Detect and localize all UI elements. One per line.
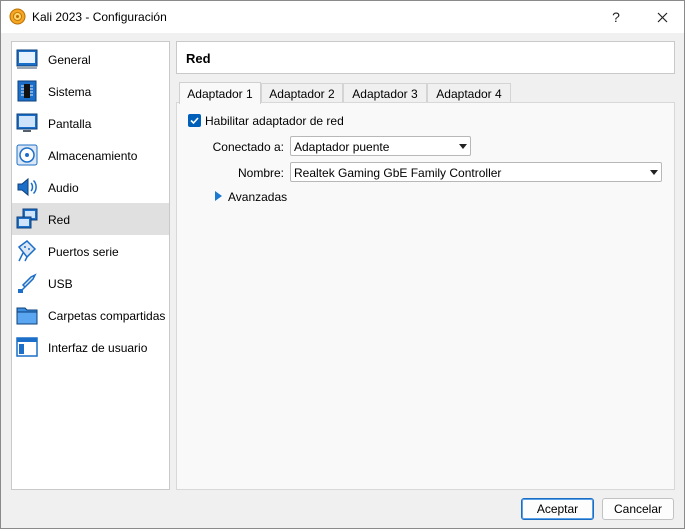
connected-to-select[interactable]: Adaptador puente bbox=[290, 136, 471, 156]
sidebar-item-label: USB bbox=[48, 277, 73, 291]
sidebar-item-label: Pantalla bbox=[48, 117, 92, 131]
sidebar-item-carpetas-compartidas[interactable]: Carpetas compartidas bbox=[12, 299, 169, 331]
display-monitor-icon bbox=[16, 113, 38, 132]
enable-adapter-checkbox[interactable] bbox=[188, 114, 201, 127]
sidebar-item-label: General bbox=[48, 53, 91, 67]
tab-adaptador-3[interactable]: Adaptador 3 bbox=[343, 83, 427, 103]
sidebar-item-interfaz-de-usuario[interactable]: Interfaz de usuario bbox=[12, 331, 169, 363]
sidebar-item-label: Sistema bbox=[48, 85, 92, 99]
title-bar[interactable]: Kali 2023 - Configuración ? bbox=[1, 1, 684, 33]
sidebar-item-label: Red bbox=[48, 213, 71, 227]
accept-button[interactable]: Aceptar bbox=[521, 498, 594, 520]
adapter-name-label: Nombre: bbox=[237, 166, 284, 180]
connected-to-label: Conectado a: bbox=[212, 140, 284, 154]
help-button[interactable]: ? bbox=[595, 1, 637, 33]
sidebar-item-usb[interactable]: USB bbox=[12, 267, 169, 299]
sidebar-item-sistema[interactable]: Sistema bbox=[12, 75, 169, 107]
serial-port-icon bbox=[17, 240, 37, 262]
virtualbox-app-icon bbox=[9, 8, 26, 25]
sidebar-item-label: Almacenamiento bbox=[48, 149, 138, 163]
settings-window: Kali 2023 - Configuración ? General Sist… bbox=[0, 0, 685, 529]
checkmark-icon bbox=[190, 117, 199, 125]
adapter-name-select[interactable]: Realtek Gaming GbE Family Controller bbox=[290, 162, 662, 182]
chevron-down-icon bbox=[650, 170, 658, 175]
close-button[interactable] bbox=[641, 1, 683, 33]
sidebar-item-red[interactable]: Red bbox=[12, 203, 169, 235]
network-icon bbox=[16, 208, 38, 229]
sidebar-item-label: Carpetas compartidas bbox=[48, 309, 166, 323]
adapter-tab-panel bbox=[176, 102, 675, 490]
usb-icon bbox=[18, 273, 37, 293]
tab-adaptador-4[interactable]: Adaptador 4 bbox=[427, 83, 511, 103]
advanced-toggle[interactable]: Avanzadas bbox=[228, 190, 287, 204]
chevron-down-icon bbox=[459, 144, 467, 149]
expand-triangle-icon[interactable] bbox=[215, 191, 222, 201]
cancel-button[interactable]: Cancelar bbox=[602, 498, 674, 520]
page-header: Red bbox=[176, 41, 675, 74]
system-chip-icon bbox=[17, 80, 37, 102]
audio-speaker-icon bbox=[17, 177, 37, 197]
page-title: Red bbox=[186, 51, 211, 66]
enable-adapter-label[interactable]: Habilitar adaptador de red bbox=[205, 114, 344, 128]
user-interface-icon bbox=[16, 337, 38, 357]
window-title: Kali 2023 - Configuración bbox=[32, 10, 167, 24]
sidebar-item-almacenamiento[interactable]: Almacenamiento bbox=[12, 139, 169, 171]
sidebar-item-pantalla[interactable]: Pantalla bbox=[12, 107, 169, 139]
sidebar-item-puertos-serie[interactable]: Puertos serie bbox=[12, 235, 169, 267]
shared-folder-icon bbox=[16, 307, 38, 325]
storage-disc-icon bbox=[16, 144, 38, 166]
general-icon bbox=[16, 49, 38, 69]
sidebar-item-label: Audio bbox=[48, 181, 79, 195]
connected-to-value: Adaptador puente bbox=[294, 140, 390, 154]
sidebar-item-label: Interfaz de usuario bbox=[48, 341, 148, 355]
tab-adaptador-2[interactable]: Adaptador 2 bbox=[261, 83, 343, 103]
settings-sidebar: General Sistema Pantalla Almacenamiento … bbox=[11, 41, 170, 490]
sidebar-item-general[interactable]: General bbox=[12, 43, 169, 75]
close-icon bbox=[657, 12, 667, 22]
sidebar-item-label: Puertos serie bbox=[48, 245, 119, 259]
tab-adaptador-1[interactable]: Adaptador 1 bbox=[179, 82, 261, 104]
adapter-name-value: Realtek Gaming GbE Family Controller bbox=[294, 166, 502, 180]
sidebar-item-audio[interactable]: Audio bbox=[12, 171, 169, 203]
